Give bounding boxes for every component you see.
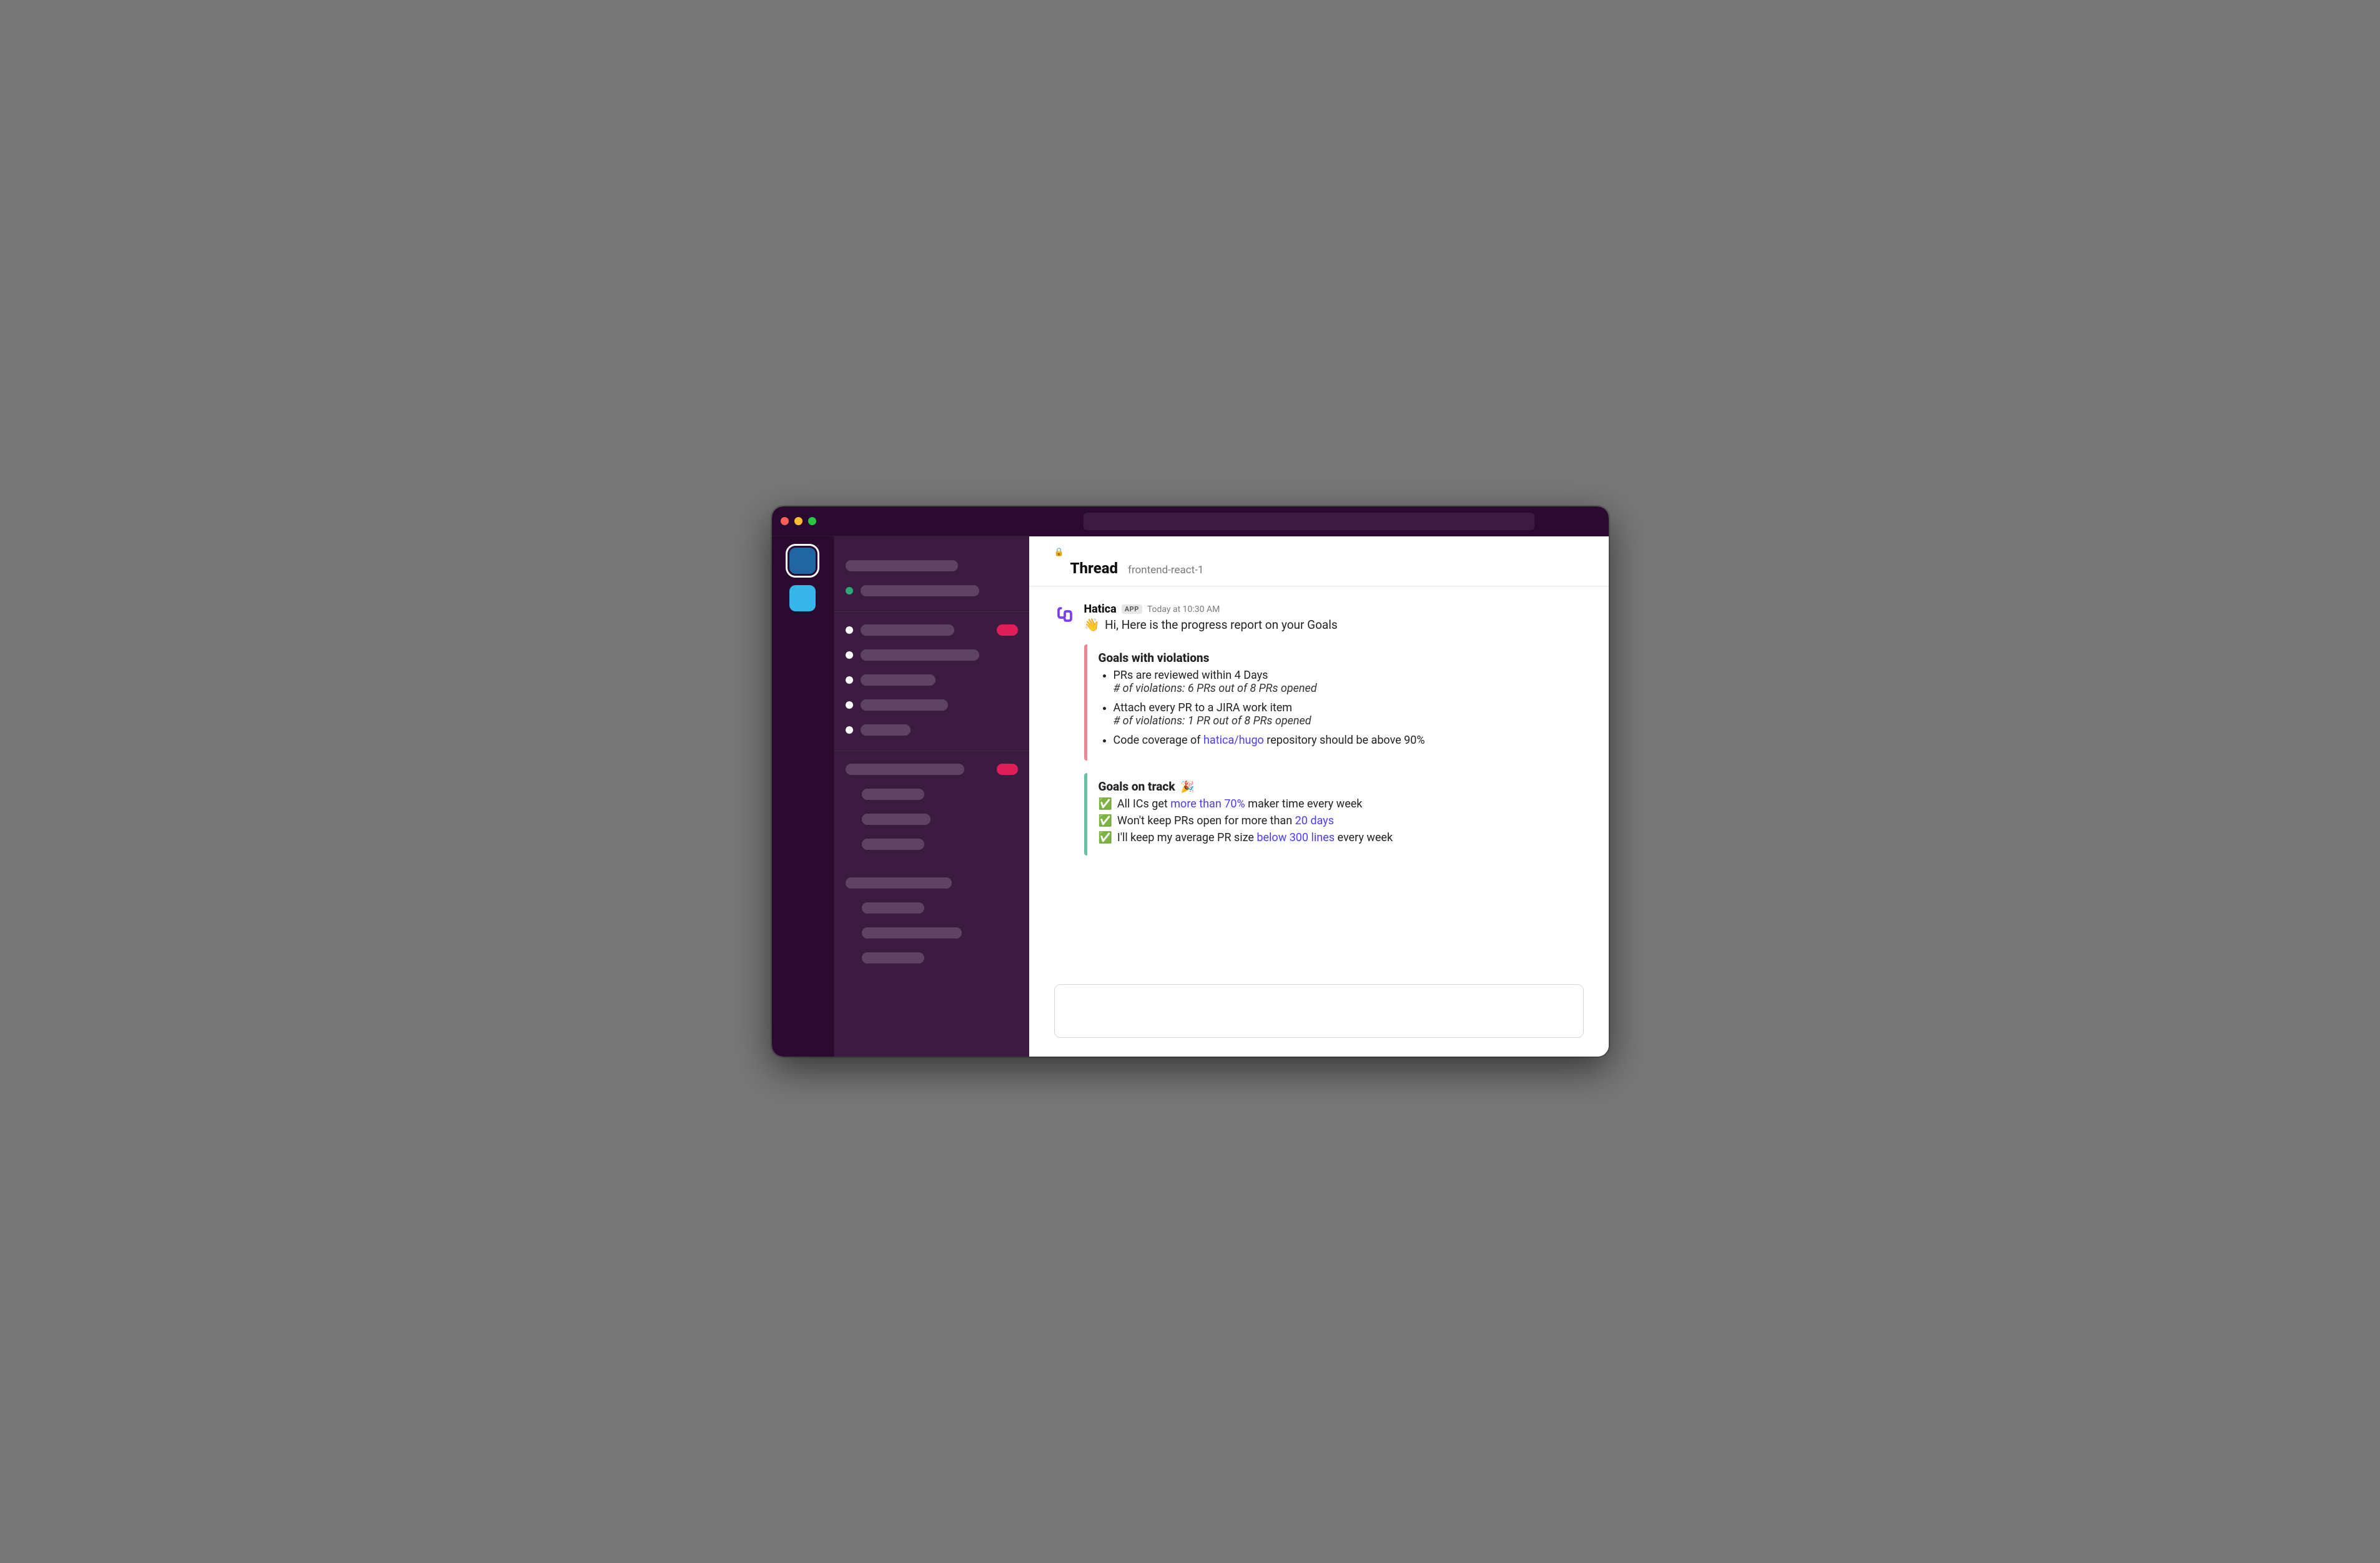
repo-link[interactable]: hatica/hugo <box>1203 734 1264 747</box>
thread-header: 🔒 Thread frontend-react-1 <box>1029 536 1609 586</box>
thread-channel[interactable]: frontend-react-1 <box>1128 564 1203 576</box>
sender-name[interactable]: Hatica <box>1084 603 1117 616</box>
workspace-tile[interactable] <box>789 585 816 611</box>
ontrack-item: ✅ I'll keep my average PR size below 300… <box>1099 831 1575 844</box>
close-icon[interactable] <box>781 517 789 525</box>
sidebar-item[interactable] <box>846 809 1018 830</box>
app-badge: APP <box>1122 604 1142 614</box>
sidebar-item[interactable] <box>846 555 1018 576</box>
violation-item: Code coverage of hatica/hugo repository … <box>1113 734 1575 747</box>
app-window: 🔒 Thread frontend-react-1 Hatica <box>772 506 1609 1056</box>
thread-pane: 🔒 Thread frontend-react-1 Hatica <box>1029 536 1609 1056</box>
workspace-tile-active[interactable] <box>789 548 816 574</box>
sidebar-item[interactable] <box>846 897 1018 919</box>
violation-item: PRs are reviewed within 4 Days # of viol… <box>1113 669 1575 695</box>
sender-avatar[interactable] <box>1054 604 1075 625</box>
message-timestamp[interactable]: Today at 10:30 AM <box>1147 604 1220 614</box>
unread-badge <box>997 624 1018 636</box>
sidebar-item[interactable] <box>846 947 1018 969</box>
window-controls <box>781 517 816 525</box>
check-icon: ✅ <box>1099 814 1112 827</box>
search-input[interactable] <box>1084 513 1534 530</box>
message: Hatica APP Today at 10:30 AM 👋 Hi, Here … <box>1054 603 1584 855</box>
sidebar <box>834 536 1029 1056</box>
minimize-icon[interactable] <box>794 517 802 525</box>
sidebar-item[interactable] <box>846 619 1018 641</box>
dot-icon <box>846 676 853 684</box>
check-icon: ✅ <box>1099 831 1112 844</box>
dot-icon <box>846 701 853 709</box>
dot-icon <box>846 626 853 634</box>
party-icon: 🎉 <box>1180 781 1194 794</box>
sidebar-item[interactable] <box>846 669 1018 691</box>
ontrack-item: ✅ Won't keep PRs open for more than 20 d… <box>1099 814 1575 827</box>
presence-icon <box>846 587 853 594</box>
metric-link[interactable]: below 300 lines <box>1257 831 1335 844</box>
metric-link[interactable]: 20 days <box>1295 814 1334 827</box>
message-composer[interactable] <box>1054 984 1584 1038</box>
metric-link[interactable]: more than 70% <box>1170 797 1245 811</box>
dot-icon <box>846 726 853 734</box>
sidebar-item[interactable] <box>846 719 1018 741</box>
check-icon: ✅ <box>1099 797 1112 811</box>
titlebar <box>772 506 1609 536</box>
ontrack-item: ✅ All ICs get more than 70% maker time e… <box>1099 797 1575 811</box>
lock-icon: 🔒 <box>1054 548 1584 557</box>
ontrack-panel: Goals on track 🎉 ✅ All ICs get more than… <box>1084 773 1584 855</box>
greeting-text: Hi, Here is the progress report on your … <box>1105 618 1338 632</box>
ontrack-heading: Goals on track <box>1099 779 1175 794</box>
sidebar-item[interactable] <box>846 644 1018 666</box>
wave-icon: 👋 <box>1084 617 1100 632</box>
hatica-logo-icon <box>1055 605 1074 624</box>
dot-icon <box>846 651 853 659</box>
sidebar-item[interactable] <box>846 922 1018 944</box>
workspace-rail <box>772 536 834 1056</box>
violation-item: Attach every PR to a JIRA work item # of… <box>1113 701 1575 727</box>
sidebar-item[interactable] <box>846 694 1018 716</box>
message-greeting: 👋 Hi, Here is the progress report on you… <box>1084 617 1584 632</box>
violations-heading: Goals with violations <box>1099 651 1575 665</box>
unread-badge <box>997 764 1018 775</box>
sidebar-item[interactable] <box>846 872 1018 894</box>
thread-title: Thread <box>1070 560 1118 577</box>
sidebar-item[interactable] <box>846 784 1018 805</box>
maximize-icon[interactable] <box>808 517 816 525</box>
sidebar-item[interactable] <box>846 580 1018 601</box>
sidebar-item[interactable] <box>846 759 1018 780</box>
sidebar-item[interactable] <box>846 834 1018 855</box>
violations-panel: Goals with violations PRs are reviewed w… <box>1084 644 1584 761</box>
